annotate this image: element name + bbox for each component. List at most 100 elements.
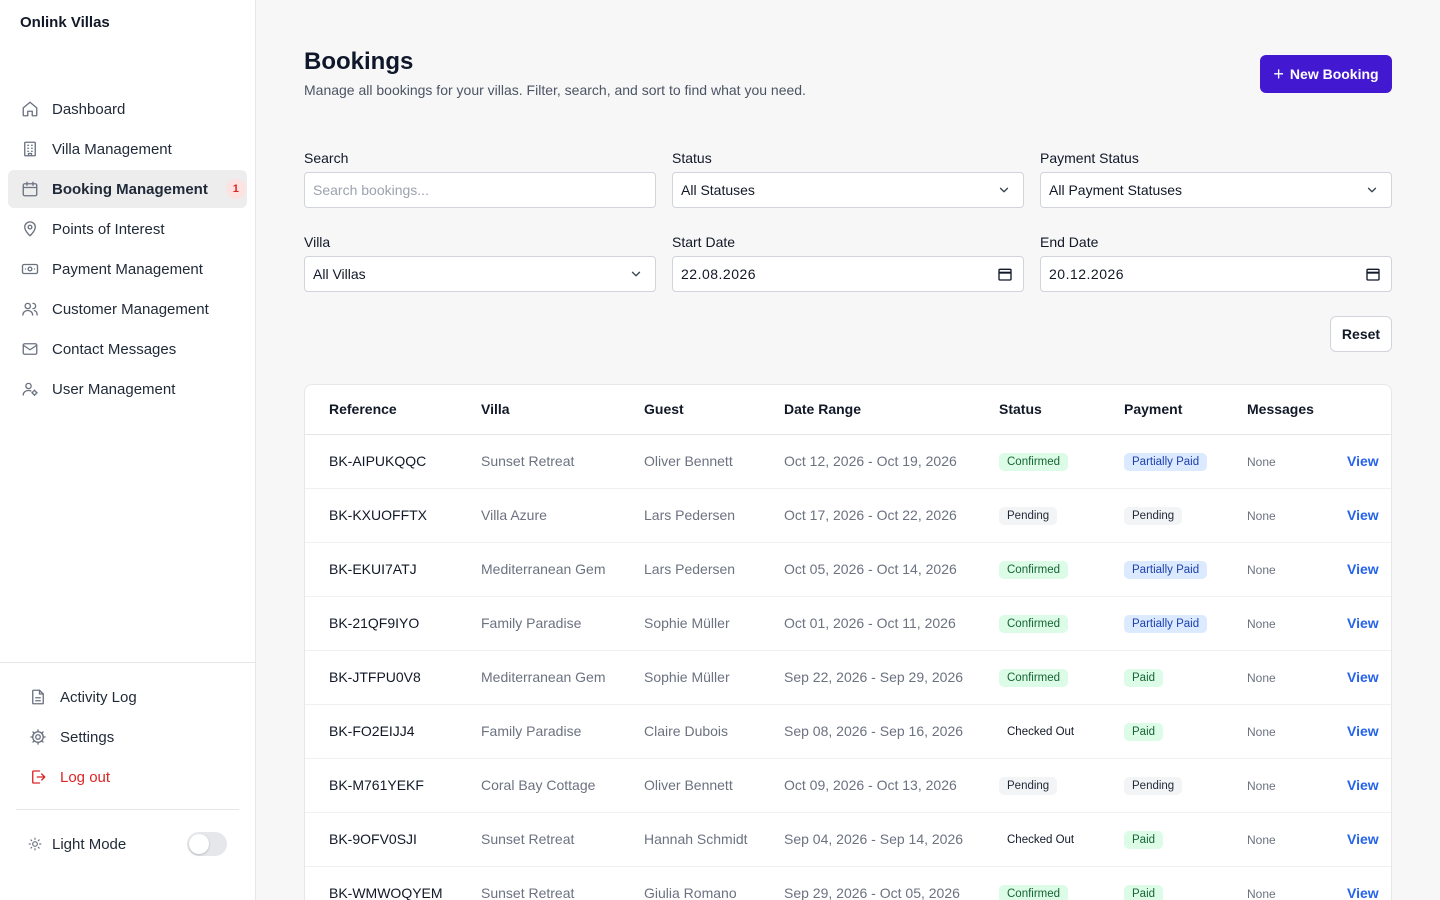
booking-villa: Sunset Retreat [481,434,644,489]
sidebar-item-label: Villa Management [52,140,172,158]
booking-date-range: Sep 22, 2026 - Sep 29, 2026 [784,650,999,705]
booking-guest: Oliver Bennett [644,758,784,813]
header-guest[interactable]: Guest [644,385,784,435]
end-date-input[interactable]: 20.12.2026 [1040,256,1392,292]
calendar-icon[interactable] [1365,266,1381,282]
view-link[interactable]: View [1347,885,1379,900]
payment-cell: Partially Paid [1124,596,1247,651]
action-cell: View [1345,866,1391,900]
table-row[interactable]: BK-JTFPU0V8 Mediterranean Gem Sophie Mülle… [305,650,1391,705]
view-link[interactable]: View [1347,723,1379,739]
view-link[interactable]: View [1347,615,1379,631]
header-payment[interactable]: Payment [1124,385,1247,435]
end-date-value: 20.12.2026 [1049,266,1125,282]
payment-badge: Partially Paid [1124,560,1208,579]
calendar-icon[interactable] [997,266,1013,282]
messages-cell: None [1247,812,1345,867]
status-badge: Checked Out [1007,725,1075,738]
sidebar-nav: Dashboard Villa Management Booking Manag… [8,90,247,410]
main-content: Bookings Manage all bookings for your vi… [256,0,1440,900]
view-link[interactable]: View [1347,507,1379,523]
table-row[interactable]: BK-M761YEKF Coral Bay Cottage Oliver Benne… [305,758,1391,813]
booking-villa: Sunset Retreat [481,866,644,900]
theme-label: Light Mode [52,835,127,853]
booking-reference: BK-WMWOQYEM [305,866,481,900]
reset-button[interactable]: Reset [1330,316,1392,352]
sidebar-item-villa-management[interactable]: Villa Management [8,130,247,168]
booking-date-range: Oct 12, 2026 - Oct 19, 2026 [784,434,999,489]
calendar-icon [20,179,40,199]
table-row[interactable]: BK-WMWOQYEM Sunset Retreat Giulia Romano Se… [305,866,1391,900]
header-date-range[interactable]: Date Range [784,385,999,435]
logout-button[interactable]: Log out [16,757,239,797]
sidebar-item-user-management[interactable]: User Management [8,370,247,408]
booking-date-range: Oct 17, 2026 - Oct 22, 2026 [784,488,999,543]
sidebar-item-points-of-interest[interactable]: Points of Interest [8,210,247,248]
sidebar-item-label: Dashboard [52,100,126,118]
sidebar-item-contact-messages[interactable]: Contact Messages [8,330,247,368]
table-row[interactable]: BK-KXUOFFTX Villa Azure Lars Pedersen Oct 1… [305,488,1391,543]
booking-guest: Giulia Romano [644,866,784,900]
sidebar-item-label: Points of Interest [52,220,165,238]
view-link[interactable]: View [1347,561,1379,577]
header-messages: Messages [1247,385,1345,435]
status-cell: Confirmed [999,596,1124,651]
logout-label: Log out [60,768,111,786]
status-cell: Pending [999,488,1124,543]
table-row[interactable]: BK-9OFV0SJI Sunset Retreat Hannah Schmidt S… [305,812,1391,867]
status-cell: Confirmed [999,542,1124,597]
booking-guest: Hannah Schmidt [644,812,784,867]
status-label: Status [672,150,712,166]
booking-date-range: Oct 09, 2026 - Oct 13, 2026 [784,758,999,813]
brand-name: Onlink Villas [20,14,110,31]
mail-icon [20,339,40,359]
view-link[interactable]: View [1347,831,1379,847]
table-row[interactable]: BK-EKUI7ATJ Mediterranean Gem Lars Pederse… [305,542,1391,597]
status-cell: Checked Out [999,704,1124,759]
sidebar-item-booking-management[interactable]: Booking Management 1 [8,170,247,208]
view-link[interactable]: View [1347,777,1379,793]
messages-value: None [1247,617,1276,631]
header-status[interactable]: Status [999,385,1124,435]
start-date-input[interactable]: 22.08.2026 [672,256,1024,292]
payment-status-select[interactable]: All Payment Statuses [1040,172,1392,208]
status-select-value: All Statuses [681,182,755,198]
messages-value: None [1247,563,1276,577]
home-icon [20,99,40,119]
booking-villa: Villa Azure [481,488,644,543]
villa-filter: Villa All Villas [304,234,656,292]
new-booking-button[interactable]: + New Booking [1260,55,1392,93]
chevron-down-icon [631,271,641,277]
messages-value: None [1247,833,1276,847]
table-row[interactable]: BK-AIPUKQQC Sunset Retreat Oliver Bennett O… [305,434,1391,489]
table-row[interactable]: BK-21QF9IYO Family Paradise Sophie Müller O… [305,596,1391,651]
payment-badge: Partially Paid [1124,614,1208,633]
view-link[interactable]: View [1347,669,1379,685]
activity-log-link[interactable]: Activity Log [16,677,239,717]
messages-cell: None [1247,542,1345,597]
booking-villa: Sunset Retreat [481,812,644,867]
booking-reference: BK-FO2EIJJ4 [305,704,481,759]
toggle-knob [189,834,209,854]
search-label: Search [304,150,349,166]
view-link[interactable]: View [1347,453,1379,469]
header-villa[interactable]: Villa [481,385,644,435]
search-input[interactable] [313,182,647,198]
status-badge: Confirmed [999,614,1069,633]
sidebar-item-dashboard[interactable]: Dashboard [8,90,247,128]
sidebar-item-customer-management[interactable]: Customer Management [8,290,247,328]
payment-badge: Paid [1124,884,1164,900]
theme-toggle-row: Light Mode [28,824,227,864]
status-select[interactable]: All Statuses [672,172,1024,208]
table-row[interactable]: BK-FO2EIJJ4 Family Paradise Claire Dubois S… [305,704,1391,759]
bookings-table-card: Reference Villa Guest Date Range Status … [304,384,1392,900]
payment-badge: Pending [1124,776,1183,795]
villa-select[interactable]: All Villas [304,256,656,292]
action-cell: View [1345,542,1391,597]
banknote-icon [20,259,40,279]
sidebar-item-payment-management[interactable]: Payment Management [8,250,247,288]
settings-link[interactable]: Settings [16,717,239,757]
messages-cell: None [1247,704,1345,759]
theme-toggle[interactable] [187,832,227,856]
header-reference[interactable]: Reference [305,385,481,435]
